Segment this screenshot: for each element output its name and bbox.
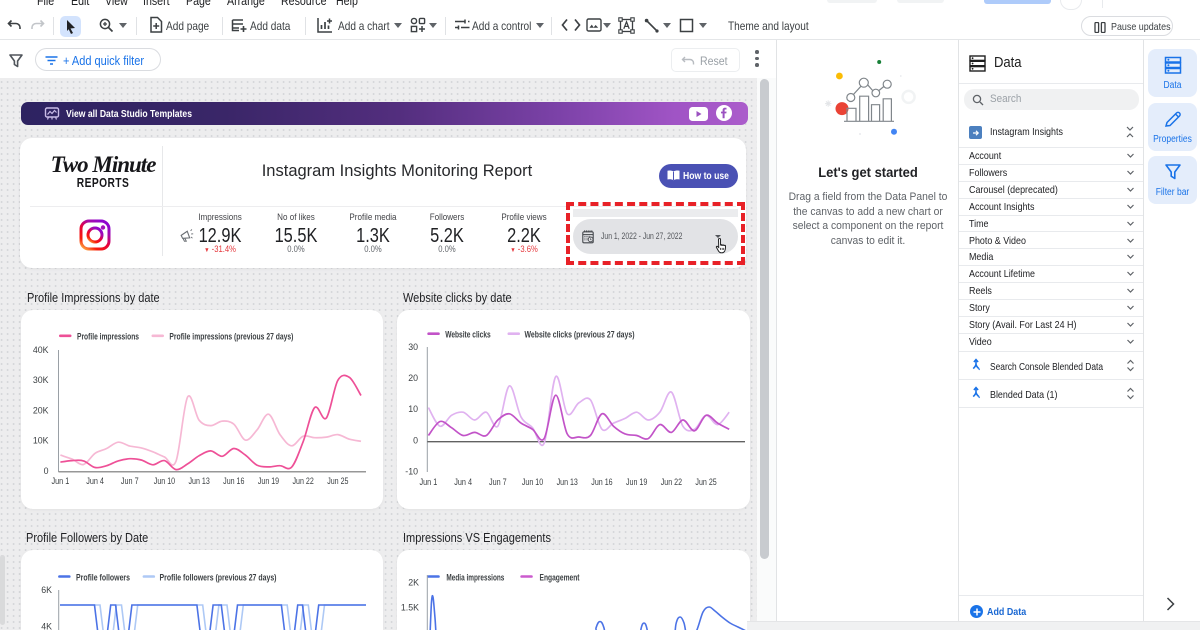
svg-text:Profile impressions: Profile impressions: [77, 332, 139, 342]
svg-text:Jun 4: Jun 4: [86, 476, 104, 486]
svg-text:-10: -10: [405, 467, 418, 477]
svg-text:Jun 16: Jun 16: [223, 476, 244, 486]
svg-text:Profile followers: Profile followers: [76, 573, 130, 583]
svg-text:Jun 13: Jun 13: [188, 476, 209, 486]
svg-text:Jun 4: Jun 4: [454, 477, 472, 487]
svg-text:Jun 10: Jun 10: [522, 477, 543, 487]
svg-text:6K: 6K: [41, 585, 52, 595]
svg-text:Profile impressions (previous: Profile impressions (previous 27 days): [169, 332, 293, 342]
svg-text:Website clicks: Website clicks: [445, 330, 491, 340]
svg-text:Jun 22: Jun 22: [293, 476, 314, 486]
svg-text:Jun 13: Jun 13: [557, 477, 578, 487]
svg-text:0: 0: [413, 435, 418, 445]
svg-text:Jun 25: Jun 25: [695, 477, 716, 487]
svg-text:4K: 4K: [41, 622, 52, 630]
svg-text:Jun 16: Jun 16: [591, 477, 612, 487]
svg-text:Jun 25: Jun 25: [327, 476, 348, 486]
svg-text:20K: 20K: [33, 405, 49, 415]
svg-text:10K: 10K: [33, 436, 49, 446]
svg-text:1.5K: 1.5K: [401, 603, 419, 613]
svg-text:Jun 1: Jun 1: [52, 476, 70, 486]
svg-text:Jun 19: Jun 19: [258, 476, 279, 486]
svg-text:Engagement: Engagement: [540, 573, 580, 583]
svg-text:0: 0: [44, 466, 49, 476]
svg-text:10: 10: [408, 404, 418, 414]
svg-text:Jun 22: Jun 22: [661, 477, 682, 487]
svg-text:Jun 1: Jun 1: [420, 477, 438, 487]
svg-text:Jun 7: Jun 7: [121, 476, 139, 486]
svg-text:2K: 2K: [408, 577, 419, 587]
svg-text:30: 30: [408, 342, 418, 352]
svg-text:20: 20: [408, 373, 418, 383]
svg-text:Jun 19: Jun 19: [626, 477, 647, 487]
svg-text:40K: 40K: [33, 345, 49, 355]
svg-text:Jun 10: Jun 10: [154, 476, 175, 486]
svg-text:Jun 7: Jun 7: [489, 477, 507, 487]
svg-text:Media impressions: Media impressions: [446, 573, 504, 583]
svg-text:Website clicks (previous 27 da: Website clicks (previous 27 days): [525, 330, 635, 340]
svg-text:Profile followers (previous 27: Profile followers (previous 27 days): [160, 573, 277, 583]
svg-text:30K: 30K: [33, 375, 49, 385]
